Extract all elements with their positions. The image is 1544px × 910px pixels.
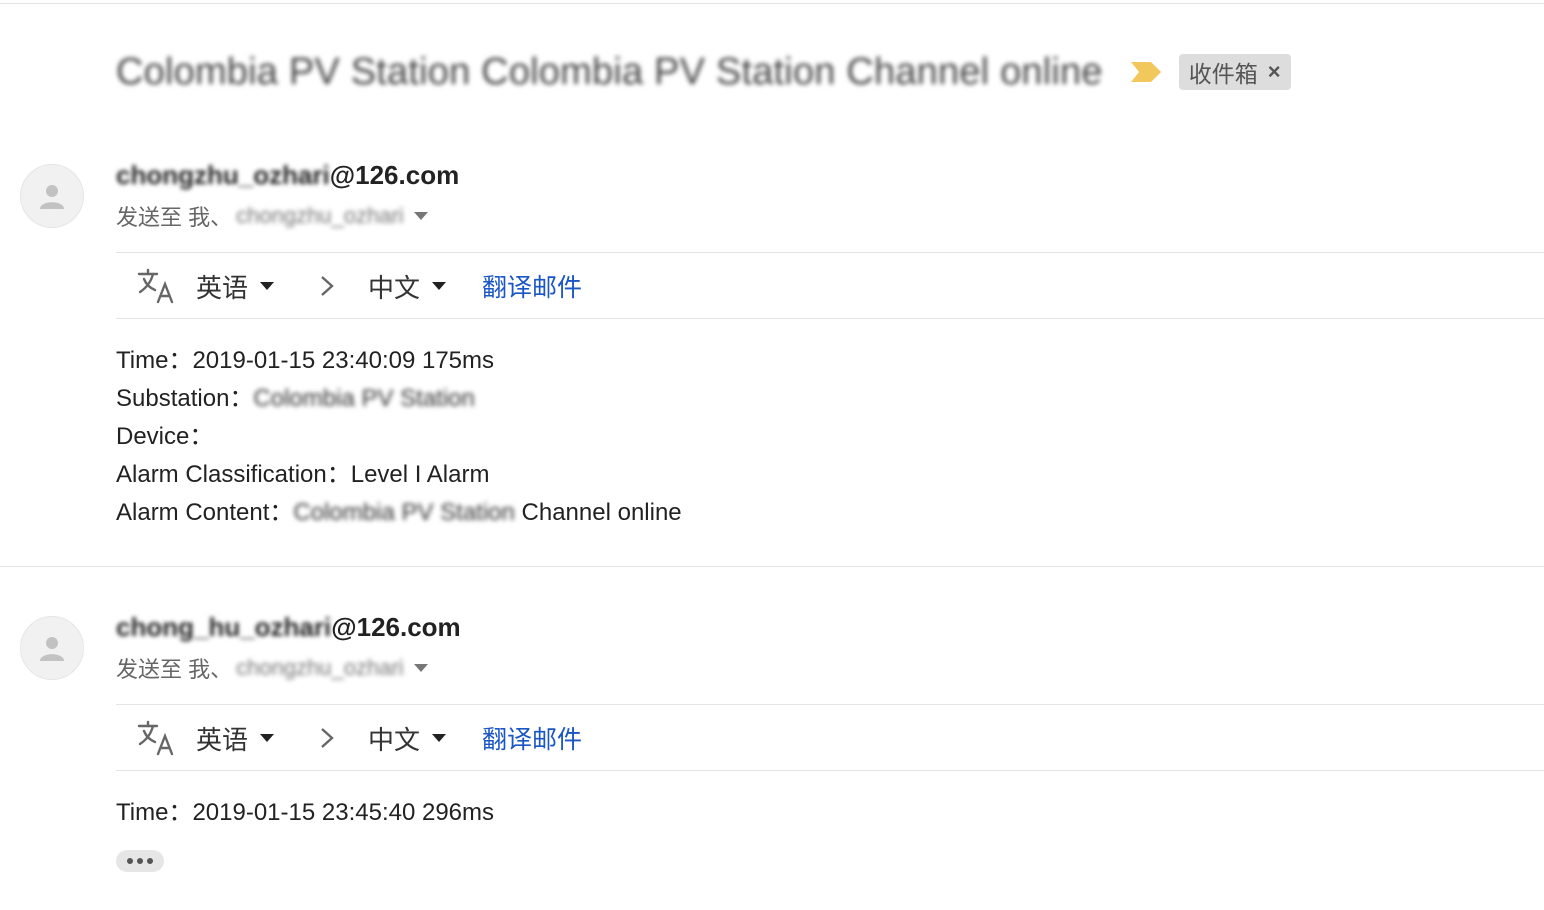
more-dots-icon (127, 858, 133, 864)
translate-email-link[interactable]: 翻译邮件 (482, 268, 582, 304)
chevron-down-icon (260, 734, 275, 742)
translate-bar: 英语 中文 翻译邮件 (136, 254, 582, 318)
arrow-right-icon (320, 274, 342, 298)
message-divider (0, 566, 1544, 567)
translate-email-link[interactable]: 翻译邮件 (482, 720, 582, 756)
top-divider (0, 3, 1544, 4)
remove-label-button[interactable]: × (1268, 59, 1281, 85)
translate-bar: 英语 中文 翻译邮件 (136, 706, 582, 770)
person-icon (40, 637, 64, 661)
translate-icon (137, 268, 174, 304)
show-trimmed-content-button[interactable] (116, 850, 164, 872)
subject-row: Colombia PV Station Colombia PV Station … (116, 44, 1291, 100)
target-language-select[interactable]: 中文 (368, 268, 447, 305)
recipients-line: 发送至 我、 chongzhu_ozhari (116, 200, 428, 232)
divider (116, 318, 1544, 319)
importance-marker-icon[interactable] (1129, 58, 1163, 86)
inbox-label-text: 收件箱 (1188, 61, 1258, 87)
divider (116, 252, 1544, 253)
recipient-address: chongzhu_ozhari (236, 203, 404, 228)
translate-icon (137, 720, 174, 756)
inbox-label-chip: 收件箱 × (1178, 54, 1291, 90)
body-time: Time：2019-01-15 23:40:09 175ms (116, 347, 495, 374)
body-time: Time：2019-01-15 23:45:40 296ms (116, 799, 495, 826)
divider (116, 770, 1544, 771)
recipients-details-chevron-icon[interactable] (413, 664, 428, 672)
sender-address[interactable]: chong_hu_ozhari@126.com (116, 612, 461, 643)
chevron-down-icon (260, 282, 275, 290)
recipients-line: 发送至 我、 chongzhu_ozhari (116, 652, 428, 684)
recipients-prefix: 发送至 我、 (116, 205, 233, 230)
body-device: Device： (116, 423, 214, 450)
chevron-down-icon (432, 282, 447, 290)
body-alarm-classification: Alarm Classification：Level I Alarm (116, 461, 490, 488)
person-icon (40, 185, 64, 209)
chevron-down-icon (432, 734, 447, 742)
email-subject: Colombia PV Station Colombia PV Station … (116, 50, 1103, 93)
divider (116, 704, 1544, 705)
body-alarm-content: Alarm Content：Colombia PV Station Channe… (116, 499, 682, 526)
recipients-prefix: 发送至 我、 (116, 657, 233, 682)
body-substation: Substation：Colombia PV Station (116, 385, 475, 412)
recipients-details-chevron-icon[interactable] (413, 212, 428, 220)
avatar[interactable] (20, 164, 84, 228)
avatar[interactable] (20, 616, 84, 680)
arrow-right-icon (320, 726, 342, 750)
source-language-select[interactable]: 英语 (196, 720, 275, 757)
target-language-select[interactable]: 中文 (368, 720, 447, 757)
sender-address[interactable]: chongzhu_ozhari@126.com (116, 160, 459, 191)
recipient-address: chongzhu_ozhari (236, 655, 404, 680)
source-language-select[interactable]: 英语 (196, 268, 275, 305)
